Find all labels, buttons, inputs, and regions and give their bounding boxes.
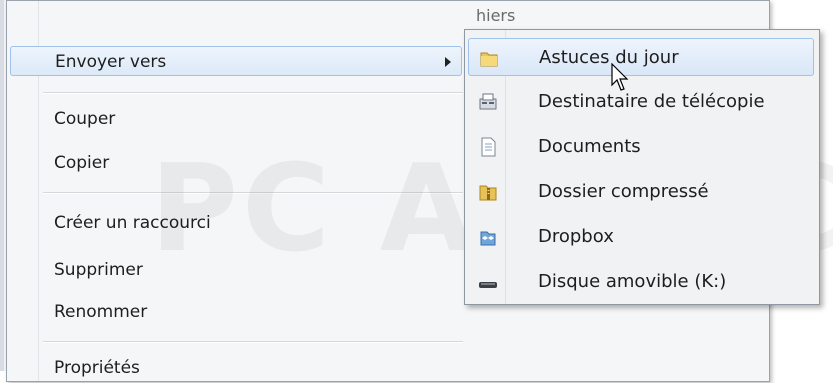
window-frame-edge <box>0 0 4 371</box>
mouse-cursor-icon <box>611 63 629 91</box>
removable-drive-icon <box>479 282 497 288</box>
submenu-arrow-icon <box>445 57 451 67</box>
submenu-item-label: Disque amovible (K:) <box>538 271 727 292</box>
submenu-item-label: Astuces du jour <box>539 47 679 68</box>
submenu-item-label: Dropbox <box>538 226 614 247</box>
menu-separator <box>43 92 463 94</box>
menu-item-supprimer[interactable]: Supprimer <box>10 255 462 285</box>
zip-folder-icon <box>479 185 497 201</box>
submenu-item-dossier-compresse[interactable]: Dossier compressé <box>468 173 814 211</box>
menu-item-renommer[interactable]: Renommer <box>10 297 462 327</box>
submenu-item-astuces-du-jour[interactable]: Astuces du jour <box>468 38 814 76</box>
menu-separator <box>43 341 463 343</box>
menu-item-label: Couper <box>54 109 116 129</box>
submenu-item-dropbox[interactable]: Dropbox <box>468 218 814 256</box>
menu-item-copier[interactable]: Copier <box>10 148 462 178</box>
submenu-item-label: Dossier compressé <box>538 181 709 202</box>
folder-icon <box>480 52 498 67</box>
submenu-item-documents[interactable]: Documents <box>468 128 814 166</box>
submenu-item-fax[interactable]: Destinataire de télécopie <box>468 83 814 121</box>
menu-item-couper[interactable]: Couper <box>10 104 462 134</box>
submenu-item-label: Documents <box>538 136 641 157</box>
menu-item-label: Renommer <box>54 302 148 322</box>
background-column-header: hiers <box>476 6 516 25</box>
dropbox-icon <box>480 231 496 246</box>
submenu-item-label: Destinataire de télécopie <box>538 91 765 112</box>
menu-item-label: Envoyer vers <box>55 52 167 72</box>
menu-item-envoyer-vers[interactable]: Envoyer vers <box>10 46 462 76</box>
menu-item-label: Supprimer <box>54 260 143 280</box>
fax-icon <box>479 93 497 110</box>
menu-item-label: Créer un raccourci <box>54 213 211 233</box>
menu-item-label: Propriétés <box>54 358 140 378</box>
menu-item-creer-raccourci[interactable]: Créer un raccourci <box>10 208 462 238</box>
menu-item-label: Copier <box>54 153 110 173</box>
menu-separator <box>43 192 463 194</box>
menu-item-proprietes[interactable]: Propriétés <box>10 353 462 383</box>
submenu-item-disque-amovible[interactable]: Disque amovible (K:) <box>468 263 814 301</box>
documents-icon <box>481 137 496 157</box>
send-to-submenu: Astuces du jour Destinataire de télécopi… <box>464 29 820 305</box>
